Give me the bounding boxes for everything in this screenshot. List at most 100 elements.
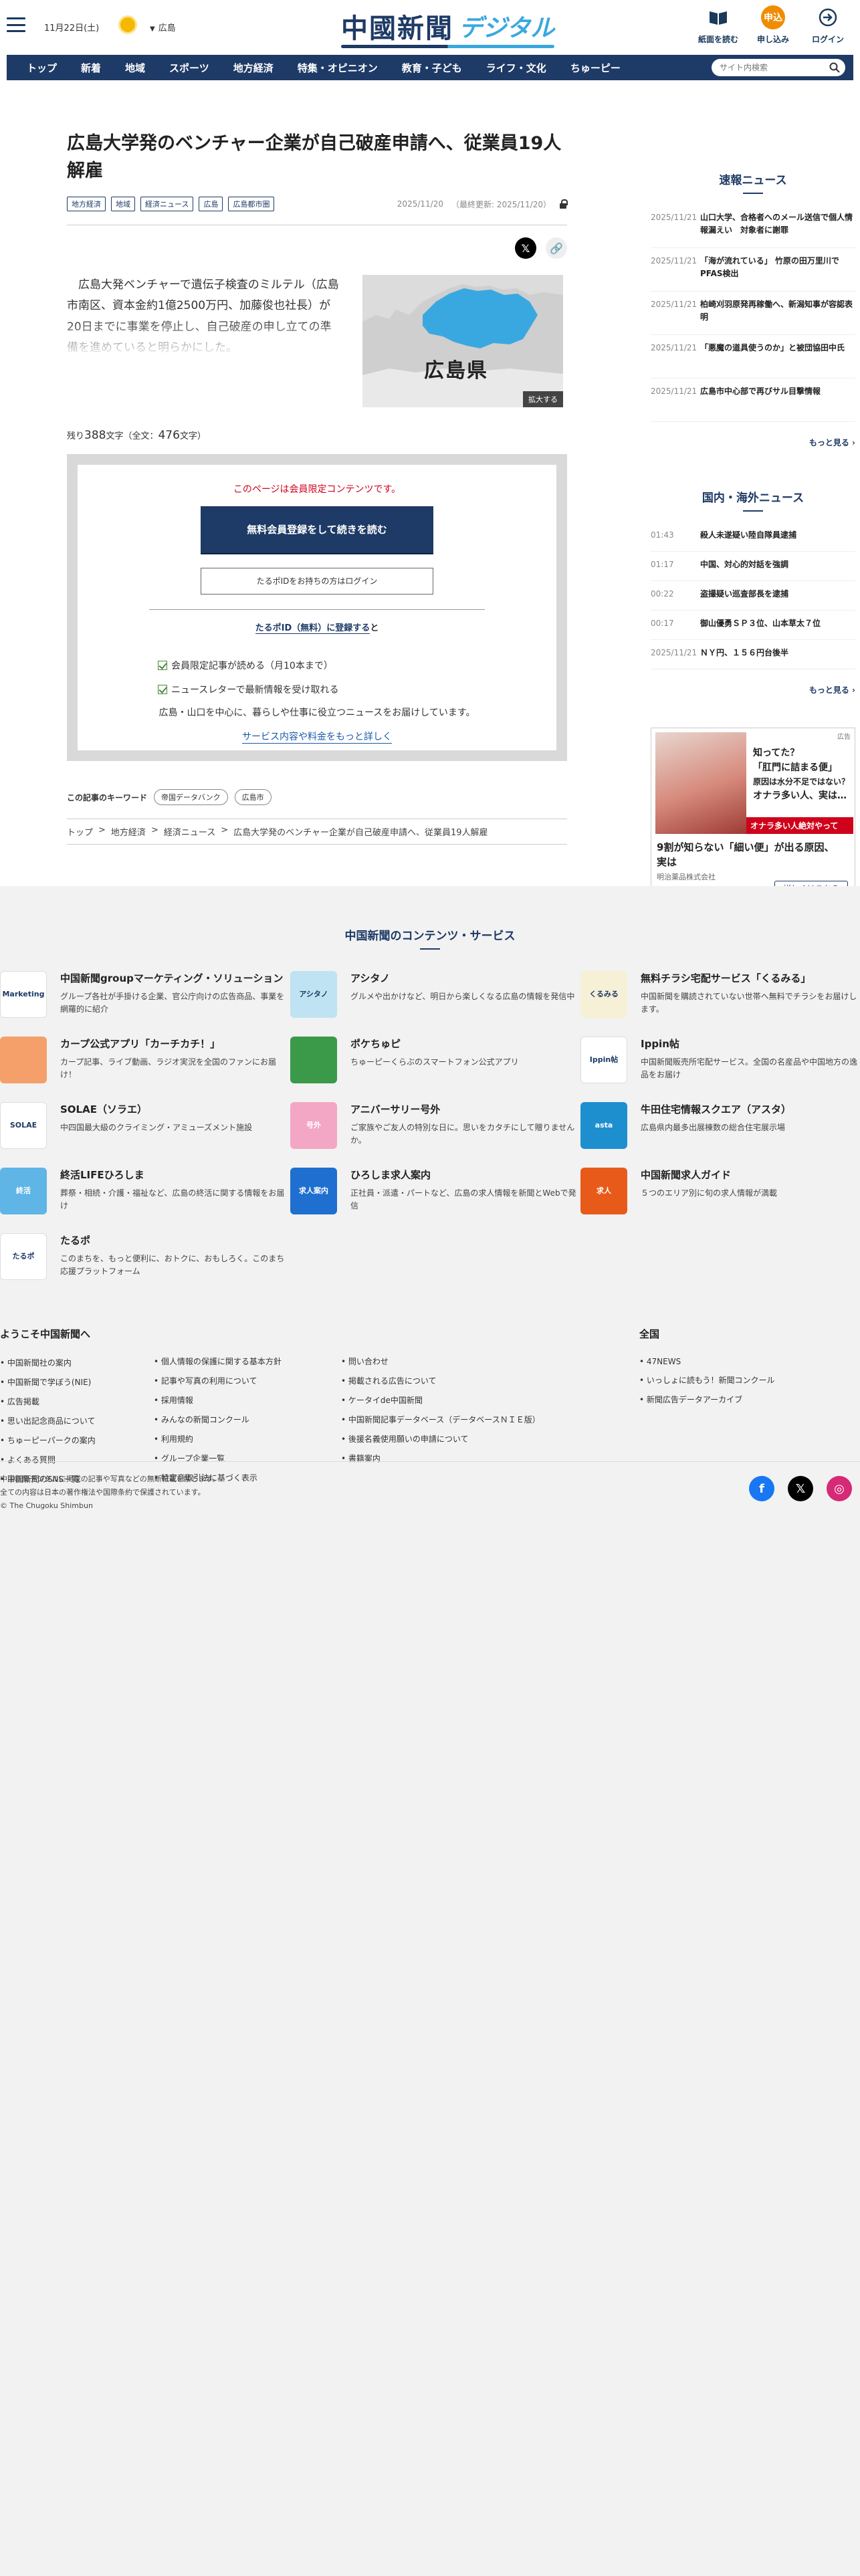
news-item[interactable]: 2025/11/21 広島市中心部で再びサル目撃情報 (651, 379, 855, 422)
tag-item[interactable]: 広島都市圏 (228, 197, 275, 211)
news-item[interactable]: 2025/11/21 柏崎刈羽原発再稼働へ、新潟知事が容認表明 (651, 292, 855, 335)
service-item[interactable]: asta 牛田住宅情報スクエア（アスタ） 広島県内最多出展棟数の総合住宅展示場 (580, 1102, 860, 1149)
news-time: 2025/11/21 (651, 256, 697, 265)
breadcrumb-sep: > (221, 825, 229, 835)
nav-item-economy[interactable]: 地方経済 (221, 61, 286, 75)
hiroshima-kyujin-logo: 求人案内 (290, 1168, 337, 1214)
news-item[interactable]: 2025/11/21 「悪魔の道具使うのか」と被団協田中氏 (651, 335, 855, 379)
subscribe-button[interactable]: 申込 申し込み (753, 5, 793, 45)
nav-item-life[interactable]: ライフ・文化 (474, 61, 558, 75)
breaking-news-list: 2025/11/21 山口大学、合格者へのメール送信で個人情報漏えい 対象者に謝罪… (651, 205, 855, 422)
more-world-link[interactable]: もっと見る › (651, 684, 855, 695)
news-item[interactable]: 00:22 盗撮疑い巡査部長を逮捕 (651, 581, 855, 611)
footer-link[interactable]: 広告掲載 (0, 1396, 154, 1407)
tag-item[interactable]: 経済ニュース (140, 197, 194, 211)
footer-link[interactable]: 新聞広告データアーカイブ (639, 1394, 813, 1405)
service-item[interactable]: カープ公式アプリ「カーチカチ！」 カープ記事、ライブ動画、ラジオ実況を全国のファン… (0, 1037, 290, 1083)
service-text: 無料チラシ宅配サービス「くるみる」 中国新聞を購読されていない世帯へ無料でチラシを… (641, 971, 860, 1018)
footer-link[interactable]: 採用情報 (154, 1394, 341, 1406)
news-item[interactable]: 01:17 中国、対心的対話を強調 (651, 552, 855, 581)
service-item[interactable]: Marketing 中国新聞groupマーケティング・ソリューション グループ各社が… (0, 971, 290, 1018)
updated-date: （最終更新: 2025/11/20） (451, 199, 551, 209)
more-breaking-link[interactable]: もっと見る › (651, 437, 855, 448)
footer-bottom: 中国新聞デジタルに掲載の記事や写真などの無断転載を禁じます。 全ての内容は日本の… (0, 1461, 860, 1512)
tag-item[interactable]: 地域 (111, 197, 135, 211)
nav-item-new[interactable]: 新着 (69, 61, 113, 75)
nav-item-sports[interactable]: スポーツ (157, 61, 221, 75)
remaining-suffix: 文字） (179, 431, 206, 441)
keyword-tag[interactable]: 広島市 (234, 789, 272, 805)
copy-link-icon[interactable]: 🔗 (546, 237, 567, 259)
article-map-image[interactable]: 広島県 拡大する (362, 275, 563, 407)
tarupo-login-button[interactable]: たるポIDをお持ちの方はログイン (201, 568, 433, 595)
login-button[interactable]: ログイン (808, 5, 848, 45)
main-nav: トップ 新着 地域 スポーツ 地方経済 特集・オピニオン 教育・子ども ライフ・… (7, 55, 853, 80)
service-item[interactable]: たるポ たるポ このまちを、もっと便利に、おトクに、おもしろく。このまち応援プラット… (0, 1233, 290, 1280)
nav-item-top[interactable]: トップ (15, 61, 69, 75)
service-item[interactable]: SOLAE SOLAE（ソラエ） 中四国最大級のクライミング・アミューズメント施設 (0, 1102, 290, 1149)
service-desc: ご家族やご友人の特別な日に。思いをカタチにして贈りませんか。 (350, 1122, 575, 1145)
share-x-icon[interactable]: 𝕏 (515, 237, 536, 259)
region-selector[interactable]: ▼ 広島 (150, 21, 176, 33)
instagram-icon[interactable]: ◎ (827, 1476, 852, 1501)
nav-item-education[interactable]: 教育・子ども (390, 61, 474, 75)
footer-link[interactable]: 後援名義使用願いの申請について (341, 1433, 639, 1444)
footer-link[interactable]: 中国新聞で学ぼう(NIE) (0, 1376, 154, 1388)
keyword-tag[interactable]: 帝国データバンク (154, 789, 228, 805)
footer-link[interactable]: いっしょに読もう！新聞コンクール (639, 1374, 813, 1386)
facebook-icon[interactable]: f (749, 1476, 774, 1501)
share-buttons: 𝕏 🔗 (67, 237, 567, 259)
news-headline: 「海が流れている」 竹原の田万里川でPFAS検出 (700, 256, 839, 278)
nav-item-local[interactable]: 地域 (113, 61, 157, 75)
read-paper-button[interactable]: 紙面を読む (698, 5, 738, 45)
news-headline: 中国、対心的対話を強調 (700, 560, 789, 569)
service-desc: ちゅーピーくらぶのスマートフォン公式アプリ (350, 1057, 519, 1067)
nav-item-chupi[interactable]: ちゅーピー (558, 61, 633, 75)
footer-link[interactable]: 記事や写真の利用について (154, 1375, 341, 1386)
service-item[interactable]: くるみる 無料チラシ宅配サービス「くるみる」 中国新聞を購読されていない世帯へ無料で… (580, 971, 860, 1018)
advertisement[interactable]: 広告 知ってた？ 「肛門に詰まる便」 原因は水分不足ではない？ オナラ多い人、実… (651, 728, 855, 900)
site-logo[interactable]: 中國新聞 デジタル (341, 8, 555, 48)
footer-link[interactable]: ちゅーピーパークの案内 (0, 1434, 154, 1446)
service-details-link[interactable]: サービス内容や料金をもっと詳しく (242, 730, 392, 744)
search-icon[interactable] (829, 62, 840, 73)
news-item[interactable]: 2025/11/21 山口大学、合格者へのメール送信で個人情報漏えい 対象者に謝罪 (651, 205, 855, 248)
footer-link[interactable]: 思い出記念商品について (0, 1415, 154, 1426)
menu-icon[interactable] (7, 17, 25, 32)
service-item[interactable]: 求人 中国新聞求人ガイド ５つのエリア別に旬の求人情報が満載 (580, 1168, 860, 1214)
service-item[interactable]: Ippin帖 Ippin帖 中国新聞販売所宅配サービス。全国の名産品や中国地方の逸品… (580, 1037, 860, 1083)
footer-link[interactable]: 掲載される広告について (341, 1375, 639, 1386)
footer-link[interactable]: 利用規約 (154, 1433, 341, 1444)
service-item[interactable]: 終活 終活LIFEひろしま 葬祭・相続・介護・福祉など、広島の終活に関する情報をお届… (0, 1168, 290, 1214)
breadcrumb-item[interactable]: トップ (67, 825, 93, 838)
footer-link[interactable]: 個人情報の保護に関する基本方針 (154, 1356, 341, 1367)
service-item[interactable]: 号外 アニバーサリー号外 ご家族やご友人の特別な日に。思いをカタチにして贈りませんか… (290, 1102, 580, 1149)
nav-item-opinion[interactable]: 特集・オピニオン (286, 61, 390, 75)
footer-link[interactable]: みんなの新聞コンクール (154, 1414, 341, 1425)
search-input[interactable] (712, 59, 845, 76)
news-item[interactable]: 00:17 御山優勇ＳＰ３位、山本草太７位 (651, 611, 855, 640)
service-desc: グルメや出かけなど、明日から楽しくなる広島の情報を発信中 (350, 991, 575, 1001)
footer-link[interactable]: 中国新聞記事データベース（データベースＮＩＥ版） (341, 1414, 639, 1425)
news-item[interactable]: 01:43 殺人未遂疑い陸自隊員逮捕 (651, 522, 855, 552)
breadcrumb-item[interactable]: 地方経済 (111, 825, 146, 838)
tag-item[interactable]: 地方経済 (67, 197, 106, 211)
tag-item[interactable]: 広島 (199, 197, 223, 211)
service-item[interactable]: 求人案内 ひろしま求人案内 正社員・派遣・パートなど、広島の求人情報を新聞とWebで… (290, 1168, 580, 1214)
zoom-button[interactable]: 拡大する (523, 391, 563, 407)
register-button[interactable]: 無料会員登録をして続きを読む (201, 506, 433, 553)
service-item[interactable]: ポケちゅピ ちゅーピーくらぶのスマートフォン公式アプリ (290, 1037, 580, 1083)
newspaper-icon (706, 5, 730, 29)
id-register-link[interactable]: たるポID（無料）に登録する (255, 623, 370, 634)
news-item[interactable]: 2025/11/21 「海が流れている」 竹原の田万里川でPFAS検出 (651, 248, 855, 292)
header-tools: 紙面を読む 申込 申し込み ログイン (698, 5, 860, 45)
footer-link[interactable]: ケータイde中国新聞 (341, 1394, 639, 1406)
social-links: f 𝕏 ◎ (749, 1476, 852, 1501)
x-icon[interactable]: 𝕏 (788, 1476, 813, 1501)
footer-link[interactable]: 問い合わせ (341, 1356, 639, 1367)
service-item[interactable]: アシタノ アシタノ グルメや出かけなど、明日から楽しくなる広島の情報を発信中 (290, 971, 580, 1018)
news-item[interactable]: 2025/11/21 ＮＹ円、１５６円台後半 (651, 640, 855, 669)
footer-link[interactable]: 中国新聞社の案内 (0, 1357, 154, 1368)
footer-link[interactable]: 47NEWS (639, 1357, 813, 1366)
breadcrumb-item[interactable]: 経済ニュース (164, 825, 215, 838)
